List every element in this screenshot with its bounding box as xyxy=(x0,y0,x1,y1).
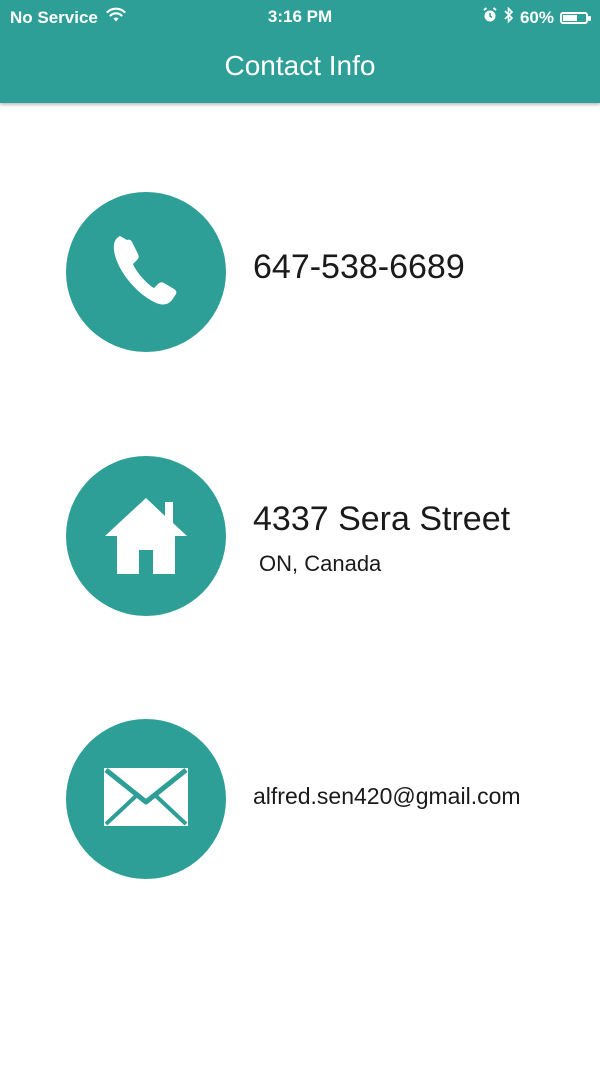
mail-icon-circle[interactable] xyxy=(66,719,226,879)
address-row[interactable]: 4337 Sera Street ON, Canada xyxy=(66,456,586,616)
address-street[interactable]: 4337 Sera Street xyxy=(253,500,510,539)
phone-number[interactable]: 647-538-6689 xyxy=(253,248,465,287)
address-block: 4337 Sera Street ON, Canada xyxy=(253,500,510,577)
battery-icon xyxy=(560,11,591,24)
mail-icon xyxy=(102,766,190,833)
status-right: 60% xyxy=(482,6,591,28)
bluetooth-icon xyxy=(504,6,514,28)
battery-label: 60% xyxy=(519,7,554,27)
email-row[interactable]: alfred.sen420@gmail.com xyxy=(66,719,586,879)
phone-icon xyxy=(108,230,184,315)
top-app-bar: No Service 3:16 PM 60% Contact Info xyxy=(0,0,600,103)
address-region: ON, Canada xyxy=(259,551,382,576)
home-icon-circle[interactable] xyxy=(66,456,226,616)
phone-row[interactable]: 647-538-6689 xyxy=(66,192,586,352)
page-title: Contact Info xyxy=(224,50,376,81)
alarm-icon xyxy=(482,7,498,28)
status-bar: No Service 3:16 PM 60% xyxy=(0,0,600,34)
email-address[interactable]: alfred.sen420@gmail.com xyxy=(253,783,521,810)
phone-icon-circle[interactable] xyxy=(66,192,226,352)
home-icon xyxy=(103,492,189,581)
